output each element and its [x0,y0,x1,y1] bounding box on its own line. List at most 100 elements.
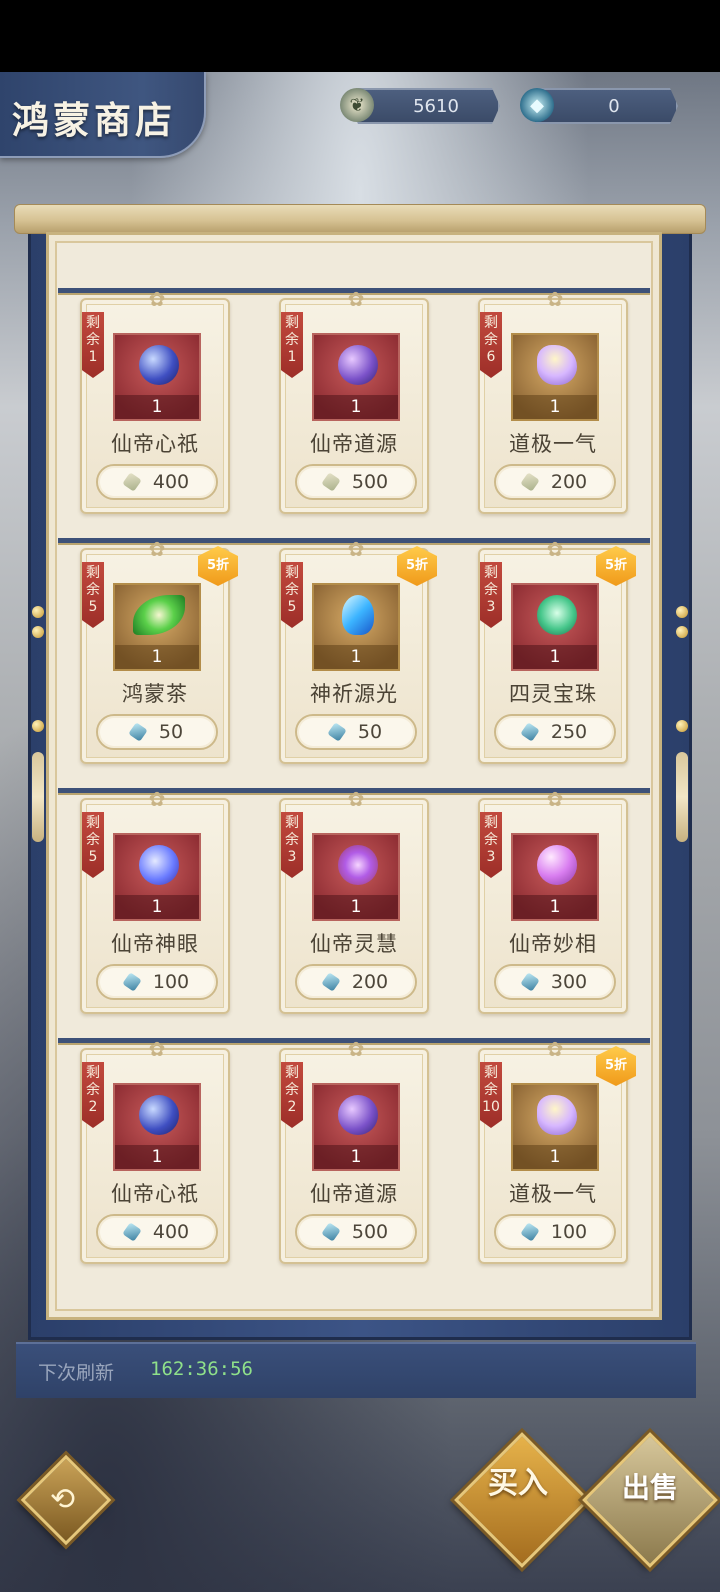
item-icon-box[interactable]: 1 [511,833,599,921]
item-card[interactable]: ✿ 剩余 3 1 仙帝灵慧 200 [279,788,429,1014]
stock-text: 3 [486,599,496,615]
item-quantity: 1 [314,395,398,419]
price-button[interactable]: 100 [494,1214,616,1250]
sell-tab-button[interactable] [582,1432,718,1568]
item-name: 仙帝道源 [310,1182,398,1206]
stock-text: 剩 [484,815,498,831]
price-button[interactable]: 250 [494,714,616,750]
stock-text: 余 [285,582,299,598]
price-button[interactable]: 500 [295,1214,417,1250]
jade-currency-icon [520,722,540,742]
item-quantity: 1 [513,645,597,669]
stock-text: 余 [484,1082,498,1098]
item-card[interactable]: ✿ 剩余 3 1 仙帝妙相 300 [478,788,628,1014]
stock-text: 5 [287,599,297,615]
jade-currency-icon [321,1222,341,1242]
stock-text: 剩 [484,565,498,581]
price-button[interactable]: 100 [96,964,218,1000]
stock-tag: 剩余2 [82,1062,104,1128]
item-name: 神祈源光 [310,682,398,706]
knot-icon: ✿ [546,537,564,561]
item-card[interactable]: ✿ 剩余 6 1 道极一气 200 [478,288,628,514]
stock-tag: 剩余 10 [480,1062,502,1128]
gem-leaf-icon [133,595,185,635]
item-name: 道极一气 [509,1182,597,1206]
price-button[interactable]: 200 [295,964,417,1000]
stock-text: 剩 [484,1065,498,1081]
item-card[interactable]: ✿ 剩余 10 5折 1 道极一气 100 [478,1038,636,1264]
stock-text: 余 [285,1082,299,1098]
stock-tag: 剩余5 [82,562,104,628]
item-quantity: 1 [314,1145,398,1169]
item-name: 道极一气 [509,432,597,456]
item-name: 仙帝心祇 [111,432,199,456]
item-quantity: 1 [513,1145,597,1169]
stock-text: 余 [285,832,299,848]
item-name: 仙帝心祇 [111,1182,199,1206]
jade-currency-icon [122,972,142,992]
knot-icon: ✿ [347,537,365,561]
scroll-rod [14,204,706,234]
knot-icon: ✿ [347,287,365,311]
stock-text: 1 [88,349,98,365]
stock-tag: 剩余3 [281,812,303,878]
stock-text: 剩 [285,815,299,831]
item-quantity: 1 [115,395,199,419]
tassel-icon [32,752,44,842]
item-name: 仙帝灵慧 [310,932,398,956]
price-value: 50 [158,721,184,743]
stock-text: 5 [88,849,98,865]
item-icon-box[interactable]: 1 [113,583,201,671]
stock-text: 3 [287,849,297,865]
bead-icon [676,606,688,618]
item-card[interactable]: ✿ 剩余 5 1 仙帝神眼 100 [80,788,230,1014]
price-value: 200 [351,971,389,993]
price-value: 100 [152,971,190,993]
knot-icon: ✿ [546,787,564,811]
item-icon-box[interactable]: 1 [312,333,400,421]
item-icon-box[interactable]: 1 [113,833,201,921]
price-button[interactable]: 500 [295,464,417,500]
item-name: 仙帝妙相 [509,932,597,956]
knot-icon: ✿ [148,537,166,561]
item-card[interactable]: ✿ 剩余 3 5折 1 四灵宝珠 250 [478,538,636,764]
item-icon-box[interactable]: 1 [113,333,201,421]
item-icon-box[interactable]: 1 [511,333,599,421]
item-icon-box[interactable]: 1 [511,1083,599,1171]
stock-text: 余 [86,332,100,348]
item-card[interactable]: ✿ 剩余 5 5折 1 鸿蒙茶 50 [80,538,238,764]
price-button[interactable]: 400 [96,464,218,500]
item-card[interactable]: ✿ 剩余 1 1 仙帝道源 500 [279,288,429,514]
price-value: 500 [351,1221,389,1243]
stock-text: 剩 [285,315,299,331]
knot-icon: ✿ [148,287,166,311]
price-button[interactable]: 200 [494,464,616,500]
item-icon-box[interactable]: 1 [511,583,599,671]
price-button[interactable]: 50 [96,714,218,750]
item-card[interactable]: ✿ 剩余 5 5折 1 神祈源光 50 [279,538,437,764]
stock-text: 3 [486,849,496,865]
price-value: 500 [351,471,389,493]
item-card[interactable]: ✿ 剩余 2 1 仙帝心祇 400 [80,1038,230,1264]
stock-tag: 剩余5 [82,812,104,878]
item-icon-box[interactable]: 1 [312,1083,400,1171]
item-card[interactable]: ✿ 剩余 2 1 仙帝道源 500 [279,1038,429,1264]
status-bar [0,0,720,72]
price-button[interactable]: 50 [295,714,417,750]
item-name: 四灵宝珠 [509,682,597,706]
item-card[interactable]: ✿ 剩余 1 1 仙帝心祇 400 [80,288,230,514]
buy-tab-button[interactable] [454,1432,590,1568]
stock-text: 余 [86,582,100,598]
item-icon-box[interactable]: 1 [312,833,400,921]
price-button[interactable]: 400 [96,1214,218,1250]
stock-text: 余 [484,582,498,598]
knot-icon: ✿ [148,787,166,811]
bead-icon [676,626,688,638]
knot-icon: ✿ [148,1037,166,1061]
stock-text: 余 [285,332,299,348]
jade-currency-icon [321,972,341,992]
price-button[interactable]: 300 [494,964,616,1000]
knot-icon: ✿ [347,1037,365,1061]
item-icon-box[interactable]: 1 [312,583,400,671]
item-icon-box[interactable]: 1 [113,1083,201,1171]
